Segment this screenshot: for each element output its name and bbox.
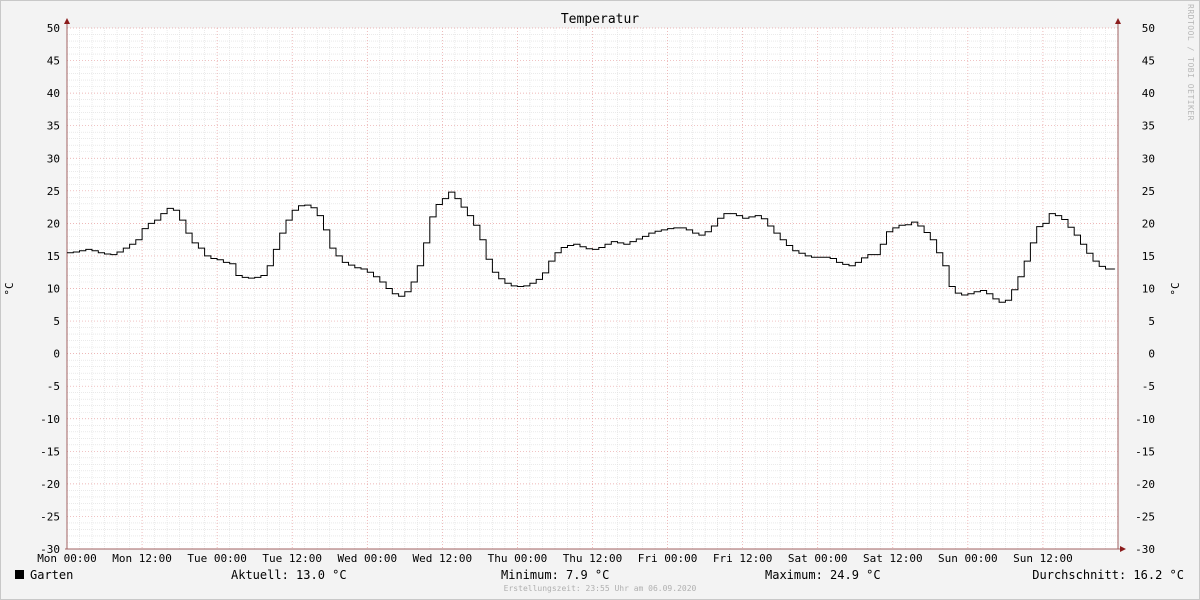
- watermark: RRDTOOL / TOBI OETIKER: [1186, 4, 1195, 121]
- x-tick-label: Thu 00:00: [488, 552, 548, 565]
- temperature-chart: 50454035302520151050-5-10-15-20-25-30 50…: [3, 12, 1182, 565]
- y-tick-label: 50: [47, 22, 60, 35]
- y-tick-label: 0: [53, 348, 60, 361]
- y-tick-label: -15: [40, 445, 60, 458]
- legend-maximum: Maximum: 24.9 °C: [765, 568, 881, 582]
- x-tick-label: Tue 00:00: [187, 552, 247, 565]
- y-tick-label: -20: [40, 478, 60, 491]
- legend-current-value: Aktuell: 13.0 °C: [231, 568, 347, 582]
- y-tick-label: -5: [47, 380, 60, 393]
- y-tick-label: -20: [1135, 478, 1155, 491]
- x-tick-label: Sun 00:00: [938, 552, 998, 565]
- y-tick-labels-right: 50454035302520151050-5-10-15-20-25-30: [1135, 22, 1155, 556]
- y-tick-labels-left: 50454035302520151050-5-10-15-20-25-30: [40, 22, 60, 556]
- y-tick-label: 10: [1142, 283, 1155, 296]
- y-tick-label: 15: [1142, 250, 1155, 263]
- legend-minimum: Minimum: 7.9 °C: [501, 568, 610, 582]
- y-tick-label: -10: [40, 413, 60, 426]
- y-tick-label: 40: [47, 87, 60, 100]
- y-axis-label-right: °C: [1169, 282, 1182, 295]
- chart-title: Temperatur: [561, 12, 639, 27]
- y-tick-label: 5: [1148, 315, 1155, 328]
- y-tick-label: 50: [1142, 22, 1155, 35]
- y-axis-label-left: °C: [3, 282, 16, 295]
- x-tick-labels: Mon 00:00 Mon 12:00 Tue 00:00 Tue 12:00 Wed …: [37, 552, 1073, 565]
- y-axis-arrow-left: [64, 18, 70, 24]
- x-axis-arrow: [1120, 546, 1126, 552]
- y-tick-label: 5: [53, 315, 60, 328]
- legend: Garten Aktuell: 13.0 °C Minimum: 7.9 °C …: [0, 566, 1200, 586]
- x-tick-label: Tue 12:00: [262, 552, 322, 565]
- x-tick-label: Wed 00:00: [337, 552, 397, 565]
- x-tick-label: Mon 12:00: [112, 552, 172, 565]
- y-tick-label: 45: [1142, 55, 1155, 68]
- y-tick-label: -25: [1135, 510, 1155, 523]
- y-tick-label: 25: [47, 185, 60, 198]
- creation-time: Erstellungszeit: 23:55 Uhr am 06.09.2020: [503, 584, 697, 593]
- y-tick-label: 35: [1142, 120, 1155, 133]
- y-tick-label: 45: [47, 55, 60, 68]
- y-tick-label: 0: [1148, 348, 1155, 361]
- y-tick-label: 25: [1142, 185, 1155, 198]
- x-tick-label: Sat 00:00: [788, 552, 848, 565]
- y-tick-label: 10: [47, 283, 60, 296]
- x-tick-label: Sun 12:00: [1013, 552, 1073, 565]
- y-tick-label: 30: [47, 152, 60, 165]
- legend-swatch: [15, 570, 24, 579]
- x-tick-label: Thu 12:00: [563, 552, 623, 565]
- y-tick-label: -30: [1135, 543, 1155, 556]
- y-tick-label: -15: [1135, 445, 1155, 458]
- y-tick-label: 40: [1142, 87, 1155, 100]
- x-tick-label: Sat 12:00: [863, 552, 923, 565]
- y-tick-label: -5: [1142, 380, 1155, 393]
- x-tick-label: Mon 00:00: [37, 552, 97, 565]
- y-tick-label: 35: [47, 120, 60, 133]
- y-tick-label: 15: [47, 250, 60, 263]
- legend-average: Durchschnitt: 16.2 °C: [1032, 568, 1184, 582]
- x-tick-label: Fri 00:00: [638, 552, 698, 565]
- x-tick-label: Fri 12:00: [713, 552, 773, 565]
- y-tick-label: 30: [1142, 152, 1155, 165]
- y-tick-label: 20: [47, 217, 60, 230]
- y-tick-label: -25: [40, 510, 60, 523]
- x-tick-label: Wed 12:00: [413, 552, 473, 565]
- legend-series-name: Garten: [30, 568, 74, 582]
- y-tick-label: 20: [1142, 217, 1155, 230]
- y-axis-arrow-right: [1115, 18, 1121, 24]
- y-tick-label: -10: [1135, 413, 1155, 426]
